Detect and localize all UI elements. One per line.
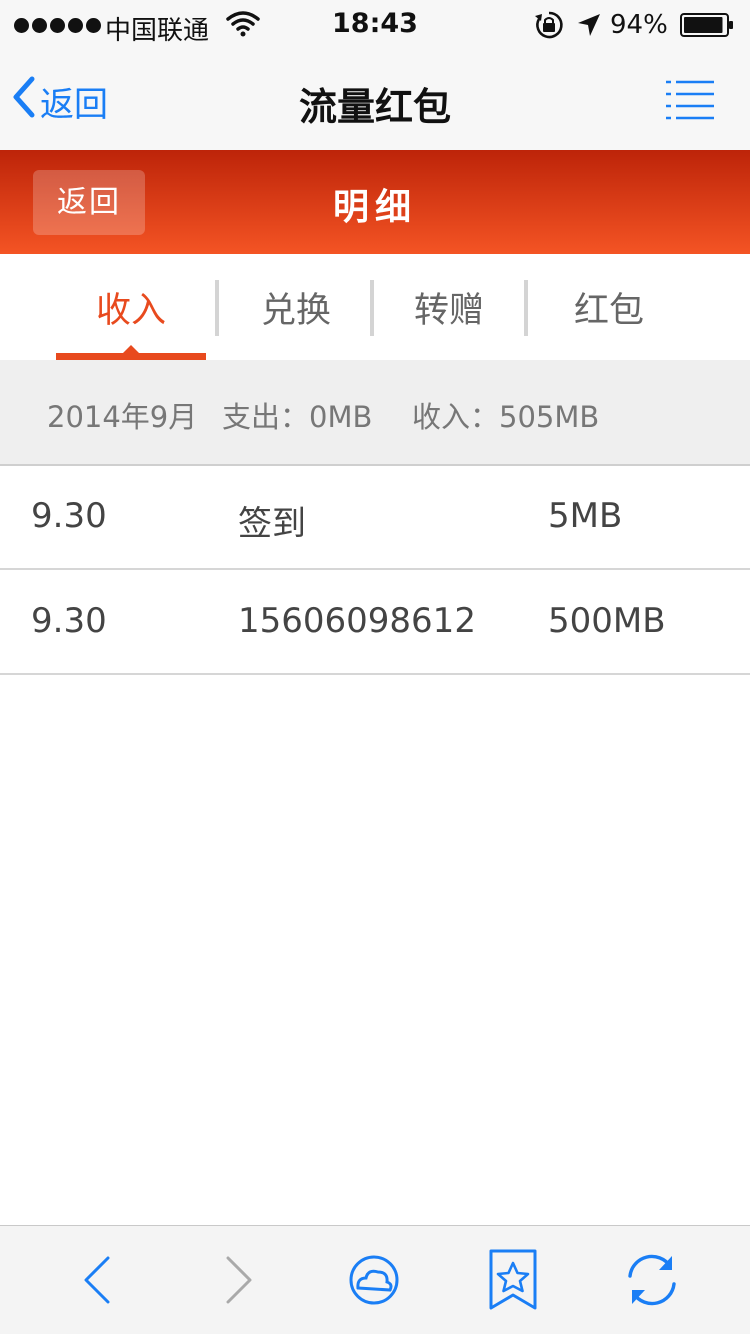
rotation-lock-icon: [534, 10, 564, 47]
page-title: 流量红包: [298, 85, 451, 129]
record-amount: 5MB: [548, 496, 623, 536]
tab-separator: [524, 280, 528, 336]
record-date: 9.30: [31, 601, 107, 641]
list-menu-icon[interactable]: [664, 78, 716, 122]
row-divider: [0, 673, 750, 675]
bookmark-star-icon: [483, 1249, 543, 1316]
cloud-search-button[interactable]: [344, 1248, 404, 1312]
forward-nav-button[interactable]: [208, 1248, 268, 1312]
nav-bar: 返回 流量红包: [0, 52, 750, 150]
summary-month: 2014年9月: [47, 400, 198, 434]
tab-exchange[interactable]: 兑换: [221, 282, 371, 332]
tab-bar: 收入 兑换 转赠 红包: [0, 254, 750, 360]
refresh-icon: [622, 1254, 682, 1316]
record-row: 9.30 签到 5MB: [0, 466, 750, 570]
tab-income[interactable]: 收入: [56, 282, 206, 332]
refresh-button[interactable]: [622, 1248, 682, 1312]
location-arrow-icon: [576, 12, 602, 45]
status-bar: 中国联通 18:43 94%: [0, 0, 750, 52]
tab-red-packet[interactable]: 红包: [534, 282, 684, 332]
battery-icon: [680, 13, 734, 37]
row-divider: [0, 568, 750, 570]
summary-expense: 支出：0MB: [222, 400, 373, 434]
cloud-search-icon: [344, 1255, 404, 1316]
chevron-right-icon: [208, 1256, 268, 1316]
record-date: 9.30: [31, 496, 107, 536]
month-summary: 2014年9月 支出：0MB 收入：505MB: [0, 360, 750, 464]
battery-percentage: 94%: [610, 10, 668, 40]
record-desc: 15606098612: [238, 601, 476, 641]
summary-income: 收入：505MB: [412, 400, 600, 434]
record-amount: 500MB: [548, 601, 666, 641]
tab-active-underline: [56, 353, 206, 360]
header-title: 明细: [332, 187, 417, 228]
browser-toolbar: [0, 1225, 750, 1334]
record-row: 9.30 15606098612 500MB: [0, 571, 750, 675]
back-nav-button[interactable]: [70, 1248, 130, 1312]
bookmarks-button[interactable]: [483, 1248, 543, 1312]
chevron-left-icon: [70, 1256, 130, 1316]
record-desc: 签到: [238, 504, 306, 544]
detail-header: 返回 明细: [0, 150, 750, 254]
tab-transfer[interactable]: 转赠: [374, 282, 524, 332]
page: 中国联通 18:43 94% 返回 流量红包 返回 明细 收入 兑换 转赠 红包…: [0, 0, 750, 1334]
tab-separator: [215, 280, 219, 336]
tab-active-notch: [123, 345, 139, 353]
